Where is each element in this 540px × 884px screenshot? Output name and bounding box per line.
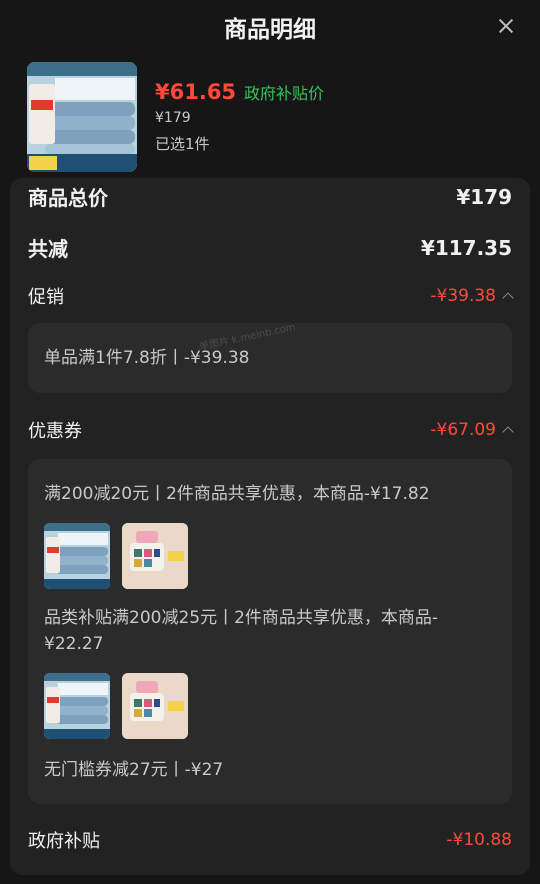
gov-subsidy-row: 政府补贴 -¥10.88	[28, 827, 512, 853]
total-discount-value: ¥117.35	[420, 235, 512, 260]
gov-subsidy-value: -¥10.88	[446, 830, 512, 850]
promotion-row[interactable]: 促销 -¥39.38	[28, 283, 514, 309]
total-price-label: 商品总价	[28, 186, 108, 210]
coupon-detail-box: 满200减20元丨2件商品共享优惠，本商品-¥17.82 品类补贴满200减25…	[28, 459, 512, 804]
final-price: ¥61.65	[155, 80, 237, 104]
coupon-product-thumb	[122, 673, 188, 739]
coupon-value: -¥67.09	[430, 420, 496, 440]
sheet-header: 商品明细	[0, 0, 540, 52]
detail-sheet: 商品明细 ¥61.65 政府补贴价 ¥179 已选1件 商品总价 ¥179 共减…	[0, 0, 540, 884]
selected-count: 已选1件	[155, 135, 210, 153]
coupon-item: 品类补贴满200减25元丨2件商品共享优惠，本商品-¥22.27	[44, 608, 439, 654]
chevron-up-icon[interactable]	[502, 426, 514, 438]
promotion-label: 促销	[28, 287, 64, 308]
product-image[interactable]	[27, 62, 137, 172]
gov-subsidy-label: 政府补贴	[28, 831, 100, 852]
total-price-value: ¥179	[456, 184, 512, 209]
sheet-title: 商品明细	[224, 17, 316, 43]
total-price-row: 商品总价 ¥179	[28, 182, 512, 211]
subsidy-price-tag: 政府补贴价	[244, 84, 325, 103]
close-icon[interactable]	[494, 14, 518, 38]
total-discount-row: 共减 ¥117.35	[28, 233, 512, 262]
coupon-label: 优惠券	[28, 421, 82, 442]
total-discount-label: 共减	[28, 237, 68, 261]
promotion-detail: 单品满1件7.8折丨-¥39.38	[44, 348, 250, 368]
coupon-item: 无门槛券减27元丨-¥27	[44, 760, 224, 780]
coupon-row[interactable]: 优惠券 -¥67.09	[28, 417, 514, 443]
chevron-up-icon[interactable]	[502, 292, 514, 304]
coupon-product-thumb	[122, 523, 188, 589]
promotion-value: -¥39.38	[430, 286, 496, 306]
coupon-product-thumb	[44, 673, 110, 739]
product-summary: ¥61.65 政府补贴价 ¥179 已选1件	[0, 52, 540, 178]
price-row: ¥61.65 政府补贴价	[155, 80, 324, 104]
original-price: ¥179	[155, 110, 191, 126]
coupon-item: 满200减20元丨2件商品共享优惠，本商品-¥17.82	[44, 484, 430, 504]
coupon-product-thumb	[44, 523, 110, 589]
